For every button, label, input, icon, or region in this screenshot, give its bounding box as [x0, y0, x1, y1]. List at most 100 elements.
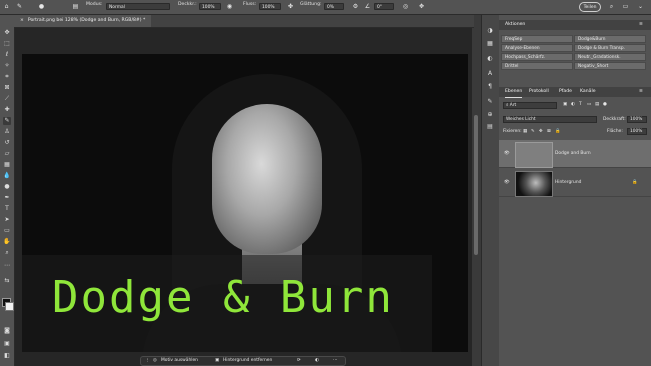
angle-icon[interactable]: ∠	[364, 3, 371, 10]
action-item[interactable]: FreqSep	[501, 35, 573, 43]
quick-mask-icon[interactable]: ◙	[3, 327, 11, 335]
lock-position-icon[interactable]: ✥	[539, 129, 543, 134]
filter-adjustment-icon[interactable]: ◐	[571, 102, 575, 107]
paragraph-panel-icon[interactable]: ¶	[486, 83, 494, 91]
swap-colors-icon[interactable]: ⇆	[3, 277, 11, 285]
crop-tool-icon[interactable]: ⌗	[3, 73, 11, 81]
blur-tool-icon[interactable]: 💧	[3, 172, 11, 180]
document-tab-bar: × Portrait.png bei 128% (Dodge and Burn, …	[14, 15, 474, 28]
home-icon[interactable]: ⌂	[3, 3, 10, 10]
properties-icon[interactable]: ▤	[486, 123, 494, 131]
action-item[interactable]: Analyse-Ebenen	[501, 44, 573, 52]
select-subject-button[interactable]: Motiv auswählen	[161, 358, 198, 363]
tab-channels[interactable]: Kanäle	[580, 87, 596, 97]
panel-menu-icon[interactable]: ≡	[639, 87, 643, 97]
brush-tool-icon[interactable]: ✎	[16, 3, 23, 10]
transform-icon[interactable]: ⟳	[297, 358, 301, 363]
mask-icon[interactable]: ◐	[315, 358, 319, 363]
history-brush-icon[interactable]: ↺	[3, 139, 11, 147]
extra-tool-icon[interactable]: ◧	[3, 352, 11, 360]
action-item[interactable]: Negativ_Short	[574, 62, 646, 70]
marquee-tool-icon[interactable]: ⬚	[3, 40, 11, 48]
smoothing-input[interactable]: 0%	[324, 3, 344, 10]
brush-tool-icon[interactable]: ✎	[3, 117, 11, 125]
move-tool-icon[interactable]: ✥	[3, 29, 11, 37]
chevron-down-icon[interactable]: ⌄	[637, 3, 644, 10]
filter-type-icon[interactable]: T	[579, 102, 582, 107]
close-icon[interactable]: ×	[20, 18, 24, 23]
actions-tab[interactable]: Aktionen	[505, 20, 525, 30]
swatches-icon[interactable]: ▦	[486, 40, 494, 48]
opacity-input[interactable]: 100%	[199, 3, 221, 10]
layer-name[interactable]: Dodge and Burn	[555, 151, 591, 156]
pressure-size-icon[interactable]: ◎	[402, 3, 409, 10]
search-icon[interactable]: ⌕	[608, 3, 615, 10]
filter-smart-object-icon[interactable]: ▤	[595, 102, 599, 107]
workspace-icon[interactable]: ▭	[622, 3, 629, 10]
layer-fill-input[interactable]: 100%	[627, 128, 647, 135]
filter-shape-icon[interactable]: ▭	[587, 102, 591, 107]
screen-mode-icon[interactable]: ▣	[3, 340, 11, 348]
tab-paths[interactable]: Pfade	[559, 87, 572, 97]
pen-tool-icon[interactable]: ✒	[3, 194, 11, 202]
canvas-scrollbar[interactable]	[474, 115, 478, 255]
pressure-opacity-icon[interactable]: ◉	[226, 3, 233, 10]
eyedropper-tool-icon[interactable]: ⟋	[3, 95, 11, 103]
more-options-icon[interactable]: ⋯	[333, 358, 337, 363]
filter-pixel-icon[interactable]: ▣	[563, 102, 567, 107]
clone-source-icon[interactable]: ⊕	[486, 111, 494, 119]
action-item[interactable]: Hochpass_Schärfz.	[501, 53, 573, 61]
gradient-tool-icon[interactable]: ▦	[3, 161, 11, 169]
tab-layers[interactable]: Ebenen	[505, 87, 523, 98]
hand-tool-icon[interactable]: ✋	[3, 238, 11, 246]
color-panel-icon[interactable]: ◑	[486, 27, 494, 35]
lock-artboard-icon[interactable]: ⊠	[547, 129, 551, 134]
angle-input[interactable]: 0°	[374, 3, 394, 10]
gear-icon[interactable]: ⚙	[352, 3, 359, 10]
tab-history[interactable]: Protokoll	[529, 87, 549, 97]
layer-row[interactable]: 👁 Dodge and Burn	[499, 140, 651, 168]
more-tools-icon[interactable]: ⋯	[3, 262, 11, 270]
layer-filter-select[interactable]: ⌕ Art	[503, 102, 557, 109]
shape-tool-icon[interactable]: ▭	[3, 227, 11, 235]
airbrush-icon[interactable]: ✤	[287, 3, 294, 10]
frame-tool-icon[interactable]: ⊠	[3, 84, 11, 92]
share-button[interactable]: Teilen	[579, 2, 601, 12]
drag-handle-icon[interactable]: ⋮	[145, 358, 149, 363]
healing-brush-icon[interactable]: ✚	[3, 106, 11, 114]
layer-row[interactable]: 👁 Hintergrund 🔒	[499, 169, 651, 197]
mode-select[interactable]: Normal	[106, 3, 170, 10]
lasso-tool-icon[interactable]: ℓ	[3, 51, 11, 59]
action-item[interactable]: Drittel	[501, 62, 573, 70]
lock-pixels-icon[interactable]: ✎	[531, 129, 535, 134]
remove-background-button[interactable]: Hintergrund entfernen	[223, 358, 272, 363]
lock-all-icon[interactable]: 🔒	[555, 129, 560, 134]
visibility-eye-icon[interactable]: 👁	[504, 151, 510, 156]
filter-toggle-icon[interactable]: ●	[603, 102, 607, 107]
blend-mode-select[interactable]: Weiches Licht	[503, 116, 597, 123]
layer-opacity-input[interactable]: 100%	[627, 116, 647, 123]
lock-transparency-icon[interactable]: ▦	[523, 129, 527, 134]
quick-select-tool-icon[interactable]: ✧	[3, 62, 11, 70]
type-tool-icon[interactable]: T	[3, 205, 11, 213]
document-tab[interactable]: × Portrait.png bei 128% (Dodge and Burn, …	[14, 15, 152, 27]
action-item[interactable]: Neutr._Gradationsk.	[574, 53, 646, 61]
visibility-eye-icon[interactable]: 👁	[504, 180, 510, 185]
character-panel-icon[interactable]: A	[486, 70, 494, 78]
adjustments-icon[interactable]: ◐	[486, 55, 494, 63]
brush-preset-icon[interactable]: ●	[38, 3, 45, 10]
dodge-tool-icon[interactable]: ●	[3, 183, 11, 191]
brush-panel-icon[interactable]: ✎	[486, 98, 494, 106]
action-item[interactable]: Dodge&Burn	[574, 35, 646, 43]
zoom-tool-icon[interactable]: ⌕	[3, 249, 11, 257]
eraser-tool-icon[interactable]: ▱	[3, 150, 11, 158]
stamp-tool-icon[interactable]: ♙	[3, 128, 11, 136]
action-item[interactable]: Dodge & Burn Transp.	[574, 44, 646, 52]
panel-menu-icon[interactable]: ≡	[639, 20, 643, 30]
background-color-swatch[interactable]	[5, 302, 14, 311]
layer-name[interactable]: Hintergrund	[555, 180, 581, 185]
path-select-icon[interactable]: ➤	[3, 216, 11, 224]
flow-input[interactable]: 100%	[259, 3, 281, 10]
symmetry-icon[interactable]: ✥	[418, 3, 425, 10]
brush-settings-icon[interactable]: ▤	[72, 3, 79, 10]
